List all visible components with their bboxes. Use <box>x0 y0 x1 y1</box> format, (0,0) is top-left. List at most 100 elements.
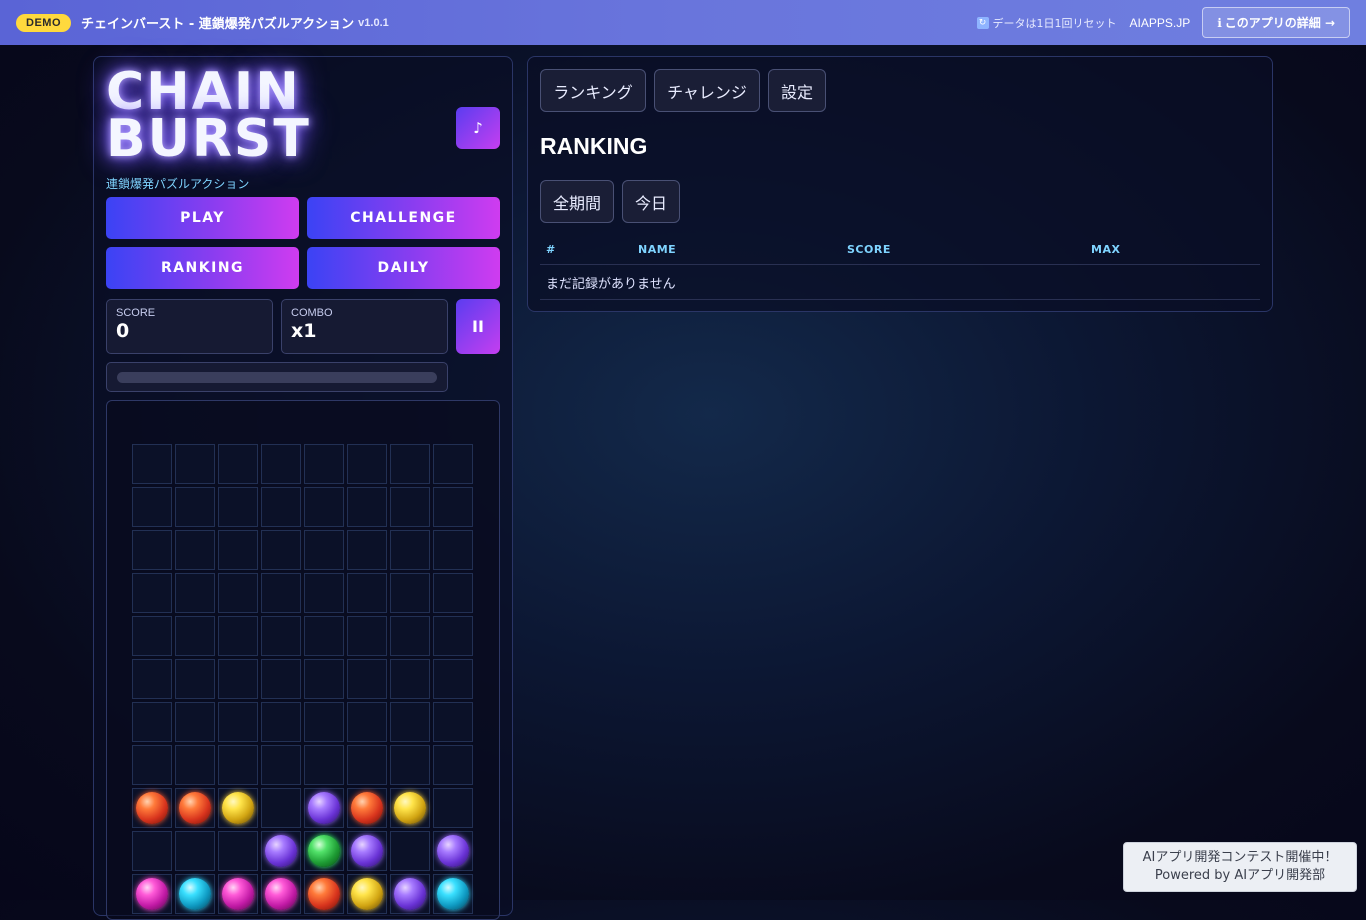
board-cell[interactable] <box>175 745 215 785</box>
board-cell[interactable] <box>390 573 430 613</box>
board-cell[interactable] <box>304 788 344 828</box>
play-button[interactable]: PLAY <box>106 197 299 239</box>
board-cell[interactable] <box>132 745 172 785</box>
board-cell[interactable] <box>304 616 344 656</box>
board-grid[interactable] <box>132 444 473 914</box>
board-cell[interactable] <box>261 702 301 742</box>
board-cell[interactable] <box>218 444 258 484</box>
red-orb[interactable] <box>308 878 340 910</box>
board-cell[interactable] <box>347 573 387 613</box>
yellow-orb[interactable] <box>351 878 383 910</box>
music-toggle-button[interactable]: ♪ <box>456 107 500 149</box>
board-cell[interactable] <box>433 788 473 828</box>
red-orb[interactable] <box>136 792 168 824</box>
ranking-button[interactable]: RANKING <box>106 247 299 289</box>
board-cell[interactable] <box>218 573 258 613</box>
board-cell[interactable] <box>433 831 473 871</box>
board-cell[interactable] <box>261 788 301 828</box>
board-cell[interactable] <box>218 788 258 828</box>
board-cell[interactable] <box>218 659 258 699</box>
pink-orb[interactable] <box>222 878 254 910</box>
board-cell[interactable] <box>261 831 301 871</box>
contest-banner[interactable]: AIアプリ開発コンテスト開催中！ Powered by AIアプリ開発部 <box>1123 842 1357 892</box>
board-cell[interactable] <box>132 530 172 570</box>
board-cell[interactable] <box>261 874 301 914</box>
board-cell[interactable] <box>433 745 473 785</box>
board-cell[interactable] <box>347 831 387 871</box>
board-cell[interactable] <box>304 487 344 527</box>
board-cell[interactable] <box>433 616 473 656</box>
board-cell[interactable] <box>390 831 430 871</box>
board-cell[interactable] <box>304 831 344 871</box>
board-cell[interactable] <box>175 530 215 570</box>
board-cell[interactable] <box>132 659 172 699</box>
purple-orb[interactable] <box>265 835 297 867</box>
board-cell[interactable] <box>175 616 215 656</box>
board-cell[interactable] <box>175 487 215 527</box>
board-cell[interactable] <box>433 444 473 484</box>
board-cell[interactable] <box>175 831 215 871</box>
board-cell[interactable] <box>304 530 344 570</box>
tab-ranking[interactable]: ランキング <box>540 69 646 112</box>
purple-orb[interactable] <box>437 835 469 867</box>
purple-orb[interactable] <box>394 878 426 910</box>
board-cell[interactable] <box>390 444 430 484</box>
board-cell[interactable] <box>132 444 172 484</box>
board-cell[interactable] <box>433 530 473 570</box>
board-cell[interactable] <box>218 745 258 785</box>
board-cell[interactable] <box>132 573 172 613</box>
challenge-button[interactable]: CHALLENGE <box>307 197 500 239</box>
purple-orb[interactable] <box>351 835 383 867</box>
board-cell[interactable] <box>218 487 258 527</box>
board-cell[interactable] <box>261 659 301 699</box>
board-cell[interactable] <box>347 788 387 828</box>
green-orb[interactable] <box>308 835 340 867</box>
tab-settings[interactable]: 設定 <box>768 69 826 112</box>
board-cell[interactable] <box>218 702 258 742</box>
pink-orb[interactable] <box>265 878 297 910</box>
game-board[interactable] <box>106 400 500 920</box>
pause-button[interactable]: II <box>456 299 500 354</box>
daily-button[interactable]: DAILY <box>307 247 500 289</box>
yellow-orb[interactable] <box>222 792 254 824</box>
board-cell[interactable] <box>261 616 301 656</box>
board-cell[interactable] <box>304 702 344 742</box>
cyan-orb[interactable] <box>437 878 469 910</box>
board-cell[interactable] <box>347 487 387 527</box>
board-cell[interactable] <box>304 745 344 785</box>
filter-all-time[interactable]: 全期間 <box>540 180 614 223</box>
board-cell[interactable] <box>390 874 430 914</box>
board-cell[interactable] <box>390 702 430 742</box>
board-cell[interactable] <box>175 659 215 699</box>
board-cell[interactable] <box>390 487 430 527</box>
board-cell[interactable] <box>175 702 215 742</box>
board-cell[interactable] <box>304 659 344 699</box>
red-orb[interactable] <box>351 792 383 824</box>
board-cell[interactable] <box>304 573 344 613</box>
board-cell[interactable] <box>347 444 387 484</box>
board-cell[interactable] <box>261 487 301 527</box>
board-cell[interactable] <box>218 616 258 656</box>
board-cell[interactable] <box>347 702 387 742</box>
board-cell[interactable] <box>347 530 387 570</box>
board-cell[interactable] <box>347 616 387 656</box>
board-cell[interactable] <box>132 487 172 527</box>
board-cell[interactable] <box>261 444 301 484</box>
board-cell[interactable] <box>175 573 215 613</box>
board-cell[interactable] <box>347 745 387 785</box>
board-cell[interactable] <box>261 745 301 785</box>
board-cell[interactable] <box>132 831 172 871</box>
board-cell[interactable] <box>261 573 301 613</box>
board-cell[interactable] <box>261 530 301 570</box>
board-cell[interactable] <box>347 659 387 699</box>
yellow-orb[interactable] <box>394 792 426 824</box>
board-cell[interactable] <box>390 659 430 699</box>
red-orb[interactable] <box>179 792 211 824</box>
board-cell[interactable] <box>390 745 430 785</box>
purple-orb[interactable] <box>308 792 340 824</box>
board-cell[interactable] <box>132 788 172 828</box>
board-cell[interactable] <box>175 874 215 914</box>
board-cell[interactable] <box>132 702 172 742</box>
board-cell[interactable] <box>218 530 258 570</box>
board-cell[interactable] <box>218 831 258 871</box>
